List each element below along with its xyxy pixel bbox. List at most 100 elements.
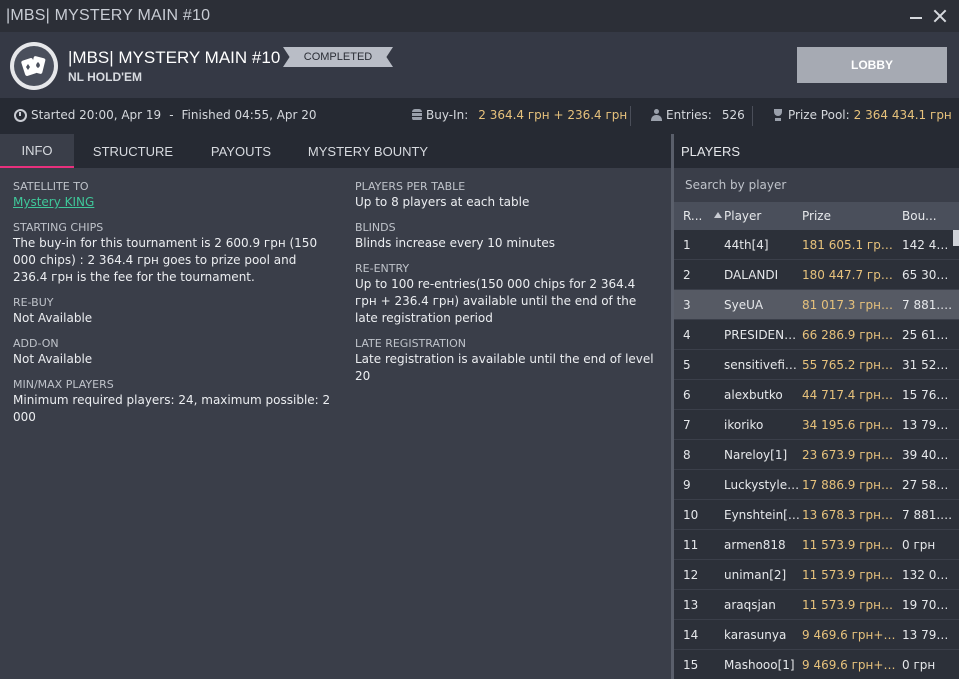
player-prize: 17 886.9 грн+T... (802, 478, 898, 492)
satellite-link[interactable]: Mystery KING (13, 194, 333, 211)
user-icon (651, 109, 662, 121)
table-row[interactable]: 13 araqsjan 11 573.9 грн+T... 19 703.... (674, 590, 959, 620)
player-prize: 11 573.9 грн+T... (802, 538, 898, 552)
player-prize: 11 573.9 грн+T... (802, 568, 898, 582)
tab-mystery-bounty[interactable]: MYSTERY BOUNTY (290, 134, 446, 168)
late-registration-section: LATE REGISTRATION Late registration is a… (355, 337, 655, 385)
players-per-table-section: PLAYERS PER TABLE Up to 8 players at eac… (355, 180, 655, 211)
tab-payouts[interactable]: PAYOUTS (192, 134, 290, 168)
blinds-value: Blinds increase every 10 minutes (355, 236, 555, 250)
player-bounty: 31 525.... (902, 358, 954, 372)
game-type: NL HOLD'EM (68, 70, 142, 84)
tournament-infobar: Started 20:00, Apr 19 - Finished 04:55, … (0, 98, 959, 134)
tab-structure[interactable]: STRUCTURE (74, 134, 192, 168)
player-rank: 11 (683, 538, 699, 552)
player-bounty: 27 585.... (902, 478, 954, 492)
entries-value: 526 (721, 108, 745, 122)
player-bounty: 132 014.... (902, 568, 954, 582)
buyin: Buy-In: 2 364.4 грн + 236.4 грн (412, 108, 627, 122)
player-bounty: 0 грн (902, 658, 936, 672)
player-prize: 55 765.2 грн+T... (802, 358, 898, 372)
column-rank[interactable]: R... (683, 209, 702, 223)
prize-pool-value: 2 364 434.1 грн (853, 108, 952, 122)
addon-value: Not Available (13, 352, 93, 366)
starting-chips-label: STARTING CHIPS (13, 221, 104, 234)
player-rank: 7 (683, 418, 691, 432)
player-name: DALANDI (724, 268, 779, 282)
player-rank: 8 (683, 448, 691, 462)
table-row[interactable]: 7 ikoriko 34 195.6 грн+T... 13 792.... (674, 410, 959, 440)
status-badge: COMPLETED (283, 47, 393, 67)
table-row[interactable]: 11 armen818 11 573.9 грн+T... 0 грн (674, 530, 959, 560)
column-bounty[interactable]: Bou... (902, 209, 937, 223)
table-row[interactable]: 1 44th[4] 181 605.1 грн+... 142 430... (674, 230, 959, 260)
prize-pool-label: Prize Pool: (788, 108, 850, 122)
player-search (674, 168, 959, 202)
starting-chips-section: STARTING CHIPS The buy-in for this tourn… (13, 221, 333, 286)
table-row[interactable]: 15 Mashooo[1] 9 469.6 грн+Ti... 0 грн (674, 650, 959, 679)
buyin-value: 2 364.4 грн + 236.4 грн (478, 108, 628, 122)
addon-section: ADD-ON Not Available (13, 337, 333, 368)
players-per-table-value: Up to 8 players at each table (355, 195, 530, 209)
coins-icon (412, 109, 422, 121)
started-time: Started 20:00, Apr 19 (31, 108, 162, 122)
buyin-label: Buy-In: (426, 108, 469, 122)
player-name: PRESIDENT... (724, 328, 800, 342)
player-prize: 81 017.3 грн+T... (802, 298, 898, 312)
rebuy-section: RE-BUY Not Available (13, 296, 333, 327)
entries: Entries: 526 (651, 108, 745, 122)
players-title: PLAYERS (674, 134, 959, 168)
player-rank: 9 (683, 478, 691, 492)
schedule: Started 20:00, Apr 19 - Finished 04:55, … (14, 108, 317, 122)
player-bounty: 7 881.6 ... (902, 298, 954, 312)
player-prize: 9 469.6 грн+Ti... (802, 658, 898, 672)
player-bounty: 65 303.... (902, 268, 954, 282)
table-row[interactable]: 6 alexbutko 44 717.4 грн+T... 15 763.... (674, 380, 959, 410)
table-row[interactable]: 2 DALANDI 180 447.7 грн+... 65 303.... (674, 260, 959, 290)
player-name: armen818 (724, 538, 786, 552)
tab-bar: INFO STRUCTURE PAYOUTS MYSTERY BOUNTY (0, 134, 671, 168)
tab-info[interactable]: INFO (0, 134, 74, 168)
lobby-button[interactable]: LOBBY (797, 47, 947, 83)
table-row[interactable]: 9 Luckystyle1... 17 886.9 грн+T... 27 585..… (674, 470, 959, 500)
starting-chips-value: The buy-in for this tournament is 2 600.… (13, 236, 318, 284)
player-name: karasunya (724, 628, 787, 642)
min-max-players-section: MIN/MAX PLAYERS Minimum required players… (13, 378, 333, 426)
player-bounty: 19 703.... (902, 598, 954, 612)
players-per-table-label: PLAYERS PER TABLE (355, 180, 466, 193)
addon-label: ADD-ON (13, 337, 59, 350)
finished-time: Finished 04:55, Apr 20 (181, 108, 317, 122)
player-search-input[interactable] (685, 178, 945, 192)
player-prize: 9 469.6 грн+Ti... (802, 628, 898, 642)
player-rank: 15 (683, 658, 699, 672)
trophy-icon (772, 109, 784, 121)
table-row[interactable]: 5 sensitivefis... 55 765.2 грн+T... 31 525.… (674, 350, 959, 380)
table-row[interactable]: 10 Eynshtein[3]13 678.3 грн+T... 7 881.6 .… (674, 500, 959, 530)
info-panel: SATELLITE TO Mystery KING STARTING CHIPS… (0, 168, 671, 679)
players-scrollbar[interactable] (953, 230, 959, 246)
divider (630, 106, 631, 126)
column-player[interactable]: Player (724, 209, 761, 223)
entries-label: Entries: (666, 108, 712, 122)
minimize-icon[interactable] (909, 9, 923, 23)
tournament-header: |MBS| MYSTERY MAIN #10 NL HOLD'EM COMPLE… (0, 32, 959, 98)
player-prize: 11 573.9 грн+T... (802, 598, 898, 612)
table-row[interactable]: 12 uniman[2] 11 573.9 грн+T... 132 014.... (674, 560, 959, 590)
player-bounty: 25 614.... (902, 328, 954, 342)
player-prize: 180 447.7 грн+... (802, 268, 898, 282)
table-row[interactable]: 3 SyeUA 81 017.3 грн+T... 7 881.6 ... (674, 290, 959, 320)
table-row[interactable]: 8 Nareloy[1] 23 673.9 грн+T... 39 407.... (674, 440, 959, 470)
sort-ascending-icon[interactable] (714, 212, 722, 218)
rebuy-value: Not Available (13, 311, 93, 325)
prize-pool: Prize Pool: 2 364 434.1 грн (772, 108, 952, 122)
table-row[interactable]: 4 PRESIDENT... 66 286.9 грн+T... 25 614.... (674, 320, 959, 350)
player-bounty: 13 792.... (902, 628, 954, 642)
info-column-right: PLAYERS PER TABLE Up to 8 players at eac… (355, 180, 655, 395)
column-prize[interactable]: Prize (802, 209, 831, 223)
table-row[interactable]: 14 karasunya 9 469.6 грн+Ti... 13 792.... (674, 620, 959, 650)
tournament-logo (10, 42, 58, 90)
close-icon[interactable] (933, 9, 947, 23)
time-separator: - (169, 108, 174, 122)
blinds-section: BLINDS Blinds increase every 10 minutes (355, 221, 655, 252)
player-name: alexbutko (724, 388, 783, 402)
